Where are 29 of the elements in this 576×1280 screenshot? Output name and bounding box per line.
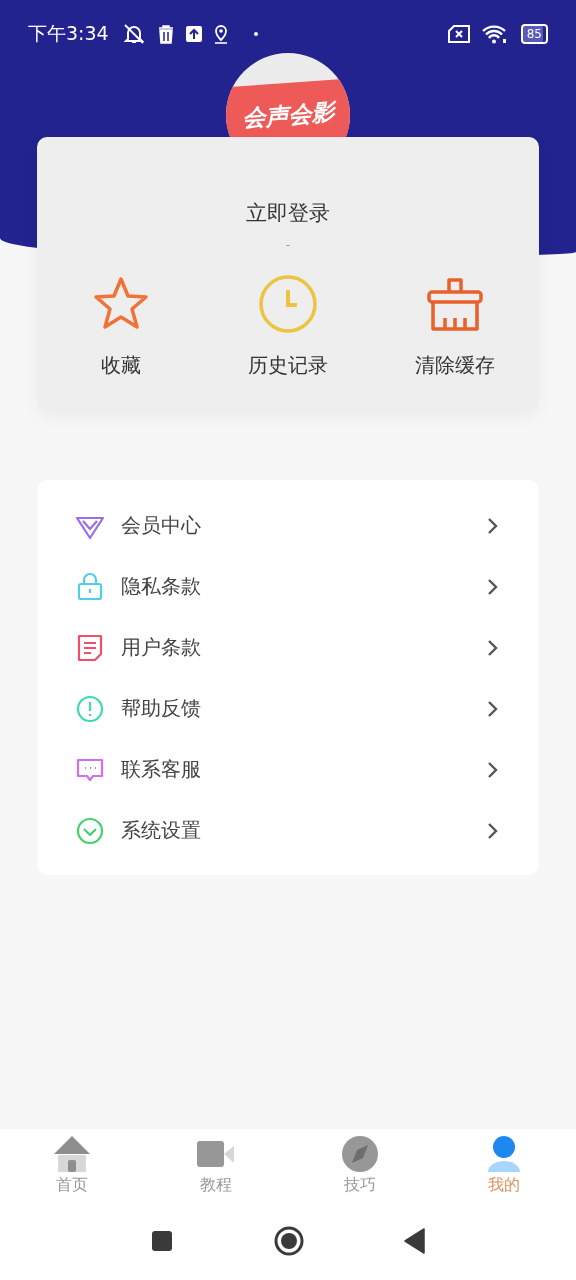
battery-indicator: 85 <box>520 23 548 44</box>
quick-action[interactable]: 收藏 <box>37 274 205 379</box>
chevron-icon <box>487 760 499 779</box>
chevron-icon <box>487 821 499 840</box>
menu-item[interactable]: 联系客服 <box>37 739 539 800</box>
trash-icon <box>156 23 175 44</box>
quick-action[interactable]: 历史记录 <box>204 274 372 379</box>
chevron-icon <box>487 516 499 535</box>
house-icon <box>52 1135 92 1173</box>
wifi-icon <box>480 22 509 45</box>
login-subtitle: - <box>285 237 291 253</box>
chevron-icon <box>487 577 499 596</box>
menu-item[interactable]: 系统设置 <box>37 800 539 861</box>
menu-item[interactable]: 用户条款 <box>37 617 539 678</box>
dot-icon <box>252 30 259 37</box>
quick-action[interactable]: 清除缓存 <box>371 274 539 379</box>
recents-button[interactable] <box>150 1229 174 1253</box>
login-link[interactable]: 立即登录 <box>246 198 330 228</box>
menu-item[interactable]: 帮助反馈 <box>37 678 539 739</box>
menu-item[interactable]: 隐私条款 <box>37 556 539 617</box>
menu-item[interactable]: 会员中心 <box>37 495 539 556</box>
chevron-icon <box>487 699 499 718</box>
status-time: 下午3:34 <box>28 20 109 46</box>
back-button[interactable] <box>404 1228 426 1254</box>
no-sim-icon <box>446 24 471 43</box>
compass-icon <box>340 1135 380 1173</box>
home-button[interactable] <box>274 1226 304 1256</box>
location-icon <box>212 23 229 44</box>
chevron-icon <box>487 638 499 657</box>
